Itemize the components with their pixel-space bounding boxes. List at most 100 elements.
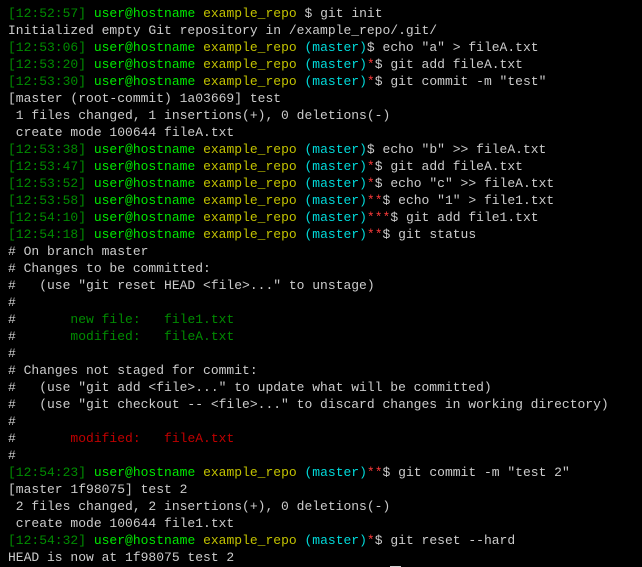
working-dir: example_repo bbox=[203, 227, 297, 242]
output-text: # On branch master bbox=[8, 244, 148, 259]
command-text: echo "1" > file1.txt bbox=[398, 193, 554, 208]
output-text: 1 files changed, 1 insertions(+), 0 dele… bbox=[8, 108, 390, 123]
output-text: # Changes not staged for commit: bbox=[8, 363, 258, 378]
terminal-line: create mode 100644 fileA.txt bbox=[8, 124, 634, 141]
timestamp: [12:54:10] bbox=[8, 210, 86, 225]
output-text: # bbox=[8, 295, 16, 310]
prompt-symbol: $ bbox=[383, 465, 399, 480]
working-dir: example_repo bbox=[203, 465, 297, 480]
git-dirty-marker: *** bbox=[367, 210, 390, 225]
output-hash: # bbox=[8, 312, 16, 327]
git-dirty-marker: ** bbox=[367, 465, 383, 480]
git-dirty-marker: * bbox=[367, 57, 375, 72]
git-branch: (master) bbox=[305, 227, 367, 242]
output-text: # (use "git add <file>..." to update wha… bbox=[8, 380, 492, 395]
terminal-line: 1 files changed, 1 insertions(+), 0 dele… bbox=[8, 107, 634, 124]
terminal-line: [12:54:10] user@hostname example_repo (m… bbox=[8, 209, 634, 226]
timestamp: [12:53:47] bbox=[8, 159, 86, 174]
prompt-symbol: $ bbox=[375, 57, 391, 72]
terminal-line: [12:53:52] user@hostname example_repo (m… bbox=[8, 175, 634, 192]
terminal-line: # (use "git checkout -- <file>..." to di… bbox=[8, 396, 634, 413]
terminal-line: # modified: fileA.txt bbox=[8, 430, 634, 447]
terminal-line: # bbox=[8, 413, 634, 430]
git-branch: (master) bbox=[305, 40, 367, 55]
working-dir: example_repo bbox=[203, 6, 297, 21]
prompt-symbol: $ bbox=[375, 74, 391, 89]
output-text: # bbox=[8, 448, 16, 463]
output-text: # (use "git checkout -- <file>..." to di… bbox=[8, 397, 609, 412]
prompt-symbol: $ bbox=[375, 533, 391, 548]
output-hash: # bbox=[8, 329, 16, 344]
timestamp: [12:52:57] bbox=[8, 6, 86, 21]
output-text: [master 1f98075] test 2 bbox=[8, 482, 187, 497]
working-dir: example_repo bbox=[203, 176, 297, 191]
terminal-line: [12:53:38] user@hostname example_repo (m… bbox=[8, 141, 634, 158]
timestamp: [12:54:32] bbox=[8, 533, 86, 548]
git-branch: (master) bbox=[305, 465, 367, 480]
git-dirty-marker: * bbox=[367, 176, 375, 191]
command-text: git status bbox=[398, 227, 476, 242]
user-host: user@hostname bbox=[94, 40, 195, 55]
output-text-green: modified: fileA.txt bbox=[16, 329, 234, 344]
terminal-line: # (use "git reset HEAD <file>..." to uns… bbox=[8, 277, 634, 294]
timestamp: [12:53:30] bbox=[8, 74, 86, 89]
timestamp: [12:53:20] bbox=[8, 57, 86, 72]
prompt-symbol: $ bbox=[367, 40, 383, 55]
prompt-symbol: $ bbox=[375, 176, 391, 191]
terminal-line: # new file: file1.txt bbox=[8, 311, 634, 328]
user-host: user@hostname bbox=[94, 6, 195, 21]
prompt-symbol: $ bbox=[305, 6, 321, 21]
command-text: echo "b" >> fileA.txt bbox=[383, 142, 547, 157]
timestamp: [12:54:23] bbox=[8, 465, 86, 480]
terminal-line: [12:53:20] user@hostname example_repo (m… bbox=[8, 56, 634, 73]
user-host: user@hostname bbox=[94, 176, 195, 191]
prompt-symbol: $ bbox=[390, 210, 406, 225]
terminal-line: [12:54:18] user@hostname example_repo (m… bbox=[8, 226, 634, 243]
user-host: user@hostname bbox=[94, 57, 195, 72]
git-branch: (master) bbox=[305, 142, 367, 157]
output-text: create mode 100644 fileA.txt bbox=[8, 125, 234, 140]
user-host: user@hostname bbox=[94, 533, 195, 548]
output-text: Initialized empty Git repository in /exa… bbox=[8, 23, 437, 38]
output-text: # Changes to be committed: bbox=[8, 261, 211, 276]
git-dirty-marker: ** bbox=[367, 193, 383, 208]
terminal-line: [12:52:57] user@hostname example_repo $ … bbox=[8, 5, 634, 22]
terminal-line: [12:53:47] user@hostname example_repo (m… bbox=[8, 158, 634, 175]
prompt-symbol: $ bbox=[383, 227, 399, 242]
terminal-line: [master 1f98075] test 2 bbox=[8, 481, 634, 498]
working-dir: example_repo bbox=[203, 193, 297, 208]
working-dir: example_repo bbox=[203, 40, 297, 55]
git-branch: (master) bbox=[305, 74, 367, 89]
output-text: [master (root-commit) 1a03669] test bbox=[8, 91, 281, 106]
command-text: git commit -m "test 2" bbox=[398, 465, 570, 480]
git-branch: (master) bbox=[305, 57, 367, 72]
timestamp: [12:53:52] bbox=[8, 176, 86, 191]
git-branch: (master) bbox=[305, 159, 367, 174]
user-host: user@hostname bbox=[94, 142, 195, 157]
terminal-line: # bbox=[8, 294, 634, 311]
terminal-line: [master (root-commit) 1a03669] test bbox=[8, 90, 634, 107]
working-dir: example_repo bbox=[203, 74, 297, 89]
terminal-line: 2 files changed, 2 insertions(+), 0 dele… bbox=[8, 498, 634, 515]
terminal-line: # On branch master bbox=[8, 243, 634, 260]
output-text: 2 files changed, 2 insertions(+), 0 dele… bbox=[8, 499, 390, 514]
user-host: user@hostname bbox=[94, 74, 195, 89]
terminal-window[interactable]: [12:52:57] user@hostname example_repo $ … bbox=[0, 0, 642, 567]
user-host: user@hostname bbox=[94, 193, 195, 208]
prompt-symbol: $ bbox=[367, 142, 383, 157]
terminal-line: # Changes not staged for commit: bbox=[8, 362, 634, 379]
working-dir: example_repo bbox=[203, 57, 297, 72]
prompt-symbol: $ bbox=[383, 193, 399, 208]
command-text: git init bbox=[320, 6, 382, 21]
output-text: create mode 100644 file1.txt bbox=[8, 516, 234, 531]
terminal-line: Initialized empty Git repository in /exa… bbox=[8, 22, 634, 39]
command-text: git add file1.txt bbox=[406, 210, 539, 225]
terminal-line: [12:53:30] user@hostname example_repo (m… bbox=[8, 73, 634, 90]
user-host: user@hostname bbox=[94, 227, 195, 242]
terminal-line: # modified: fileA.txt bbox=[8, 328, 634, 345]
timestamp: [12:53:58] bbox=[8, 193, 86, 208]
command-text: git reset --hard bbox=[390, 533, 515, 548]
terminal-line: [12:54:32] user@hostname example_repo (m… bbox=[8, 532, 634, 549]
git-dirty-marker: * bbox=[367, 74, 375, 89]
user-host: user@hostname bbox=[94, 465, 195, 480]
